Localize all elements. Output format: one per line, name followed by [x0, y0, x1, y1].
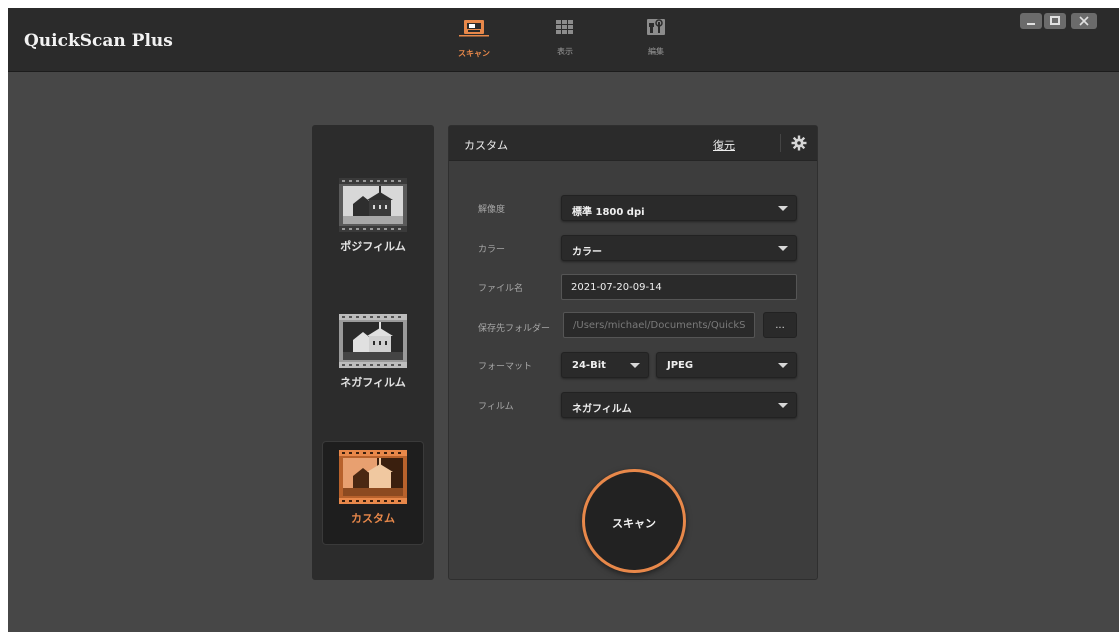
settings-panel: カスタム 復元 解像度 標準 1800 dpi カラー カラー ファイル名 20…	[448, 125, 818, 580]
close-button[interactable]	[1071, 13, 1097, 29]
settings-header: カスタム 復元	[449, 126, 817, 161]
bit-depth-value: 24-Bit	[572, 360, 606, 371]
film-type-custom[interactable]: カスタム	[322, 441, 424, 545]
resolution-label: 解像度	[478, 205, 506, 215]
browse-folder-button[interactable]: ...	[763, 312, 797, 338]
chevron-down-icon	[778, 363, 788, 368]
film-type-positive[interactable]: ポジフィルム	[322, 170, 424, 274]
color-value: カラー	[572, 247, 602, 258]
tab-edit-label: 編集	[648, 47, 664, 56]
chevron-down-icon	[778, 246, 788, 251]
tab-scan[interactable]: スキャン	[454, 18, 494, 68]
tab-view-label: 表示	[557, 47, 573, 56]
custom-film-icon	[339, 450, 407, 504]
scanner-icon	[454, 18, 494, 44]
title-bar: QuickScan Plus スキャン 表示 編集	[8, 8, 1119, 72]
minimize-icon	[1027, 23, 1035, 25]
film-type-negative[interactable]: ネガフィルム	[322, 306, 424, 410]
maximize-button[interactable]	[1044, 13, 1066, 29]
header-divider	[780, 134, 781, 152]
color-label: カラー	[478, 245, 506, 255]
app-window: QuickScan Plus スキャン 表示 編集 ポジフィルム ネガフィルム …	[8, 8, 1119, 632]
folder-path-field[interactable]: /Users/michael/Documents/QuickS	[563, 312, 755, 338]
tab-scan-label: スキャン	[458, 49, 490, 58]
chevron-down-icon	[778, 206, 788, 211]
maximize-icon	[1050, 16, 1060, 25]
resolution-value: 標準 1800 dpi	[572, 207, 645, 218]
minimize-button[interactable]	[1020, 13, 1042, 29]
filename-label: ファイル名	[478, 284, 524, 294]
edit-tools-icon	[636, 18, 676, 42]
film-dropdown[interactable]: ネガフィルム	[561, 392, 797, 418]
positive-film-icon	[339, 178, 407, 232]
format-label: フォーマット	[478, 362, 533, 372]
folder-path-value: /Users/michael/Documents/QuickS	[573, 320, 746, 331]
tab-edit[interactable]: 編集	[636, 18, 676, 68]
grid-view-icon	[545, 18, 585, 42]
scan-button-label: スキャン	[612, 517, 656, 530]
file-type-value: JPEG	[667, 360, 694, 371]
filename-field[interactable]: 2021-07-20-09-14	[561, 274, 797, 300]
chevron-down-icon	[630, 363, 640, 368]
chevron-down-icon	[778, 403, 788, 408]
color-dropdown[interactable]: カラー	[561, 235, 797, 261]
browse-button-label: ...	[775, 320, 785, 331]
film-type-label: ポジフィルム	[340, 240, 406, 253]
film-type-label: ネガフィルム	[340, 376, 406, 389]
film-label: フィルム	[478, 402, 514, 412]
file-type-dropdown[interactable]: JPEG	[656, 352, 797, 378]
filename-value: 2021-07-20-09-14	[571, 282, 662, 293]
gear-icon[interactable]	[791, 135, 807, 155]
close-icon	[1079, 16, 1089, 26]
film-type-panel: ポジフィルム ネガフィルム カスタム	[312, 125, 434, 580]
scan-button[interactable]: スキャン	[582, 469, 686, 573]
negative-film-icon	[339, 314, 407, 368]
bit-depth-dropdown[interactable]: 24-Bit	[561, 352, 649, 378]
resolution-dropdown[interactable]: 標準 1800 dpi	[561, 195, 797, 221]
app-title: QuickScan Plus	[24, 31, 173, 51]
film-type-label: カスタム	[351, 512, 395, 525]
tab-view[interactable]: 表示	[545, 18, 585, 68]
panel-title: カスタム	[464, 139, 508, 152]
restore-button[interactable]: 復元	[713, 137, 735, 153]
film-value: ネガフィルム	[572, 404, 632, 415]
folder-label: 保存先フォルダー	[478, 324, 551, 334]
